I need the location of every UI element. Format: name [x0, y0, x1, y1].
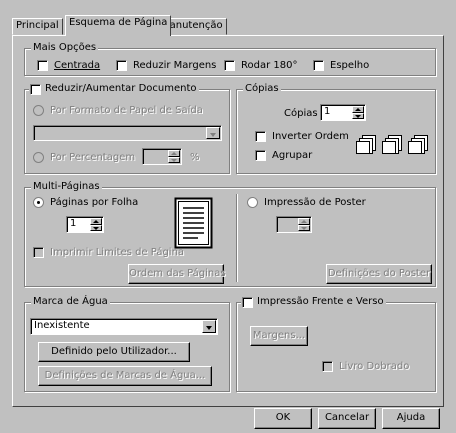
por-formato-radio[interactable]: [33, 105, 44, 116]
multi-paginas-title: Multi-Páginas: [31, 181, 102, 193]
spinner-arrows-icon[interactable]: [352, 106, 364, 119]
definicoes-poster-button[interactable]: Definições do Poster: [326, 264, 432, 284]
spinner-arrows-icon[interactable]: [90, 218, 102, 231]
spinner-arrows-icon: [298, 218, 310, 231]
page-preview-icon: [174, 197, 213, 249]
margens-button[interactable]: Margens...: [250, 326, 308, 346]
definicoes-marcas-button[interactable]: Definições de Marcas de Água...: [38, 366, 212, 386]
centrada-checkbox[interactable]: [37, 60, 48, 71]
rodar-checkbox[interactable]: [224, 60, 235, 71]
espelho-checkbox[interactable]: [313, 60, 324, 71]
divider: [236, 194, 237, 282]
paginas-por-folha-spinner[interactable]: 1: [66, 216, 104, 233]
definido-utilizador-button[interactable]: Definido pelo Utilizador...: [38, 342, 190, 362]
copias-title: Cópias: [243, 83, 281, 95]
duplex-title: Impressão Frente e Verso: [241, 296, 386, 308]
por-percentagem-radio[interactable]: [33, 152, 44, 163]
mais-opcoes-title: Mais Opções: [31, 42, 99, 54]
livro-dobrado-checkbox[interactable]: [322, 361, 333, 372]
copias-value: 1: [324, 106, 331, 117]
imprimir-limites-label: Imprimir Limites de Página: [50, 247, 185, 258]
agrupar-label: Agrupar: [272, 150, 313, 161]
tab-esquema-de-pagina[interactable]: Esquema de Página: [65, 15, 172, 36]
livro-dobrado-label: Livro Dobrado: [339, 361, 410, 372]
paper-size-dropdown[interactable]: [33, 125, 222, 141]
paginas-por-folha-radio[interactable]: [33, 197, 44, 208]
marca-agua-title: Marca de Água: [31, 296, 110, 308]
por-percentagem-label: Por Percentagem: [50, 152, 136, 163]
poster-spinner[interactable]: [276, 216, 312, 233]
watermark-selected: Inexistente: [34, 320, 90, 331]
por-formato-label: Por Formato de Papel de Saída: [50, 105, 203, 116]
centrada-label: Centrada: [54, 60, 101, 71]
espelho-label: Espelho: [330, 60, 370, 71]
collate-pages-icon: [356, 135, 428, 154]
help-button[interactable]: Ajuda: [382, 408, 440, 429]
impressao-poster-label: Impressão de Poster: [264, 197, 366, 208]
reduzir-checkbox[interactable]: [30, 84, 41, 95]
cancel-button[interactable]: Cancelar: [318, 408, 376, 429]
ok-button[interactable]: OK: [254, 408, 312, 429]
inverter-ordem-label: Inverter Ordem: [272, 131, 349, 142]
chevron-down-icon[interactable]: [202, 320, 216, 333]
duplex-checkbox[interactable]: [242, 297, 253, 308]
copias-label: Cópias: [284, 108, 318, 119]
rodar-label: Rodar 180°: [241, 60, 298, 71]
chevron-down-icon: [206, 127, 220, 139]
percent-sign: %: [190, 152, 200, 163]
spinner-arrows-icon: [168, 150, 180, 163]
agrupar-checkbox[interactable]: [255, 150, 266, 161]
paginas-por-folha-label: Páginas por Folha: [50, 197, 139, 208]
tab-principal[interactable]: Principal: [12, 18, 63, 35]
duplex-group: Impressão Frente e Verso: [236, 296, 436, 392]
watermark-dropdown[interactable]: Inexistente: [30, 318, 218, 335]
imprimir-limites-checkbox[interactable]: [33, 247, 44, 258]
percentagem-spinner[interactable]: [142, 148, 182, 165]
reduzir-margens-checkbox[interactable]: [116, 60, 127, 71]
reduzir-margens-label: Reduzir Margens: [133, 60, 217, 71]
paginas-value: 1: [70, 218, 77, 229]
impressao-poster-radio[interactable]: [247, 197, 258, 208]
ordem-paginas-button[interactable]: Ordem das Páginas: [128, 264, 226, 284]
reduzir-title: Reduzir/Aumentar Documento: [29, 83, 199, 95]
inverter-ordem-checkbox[interactable]: [255, 131, 266, 142]
copias-spinner[interactable]: 1: [320, 104, 366, 121]
